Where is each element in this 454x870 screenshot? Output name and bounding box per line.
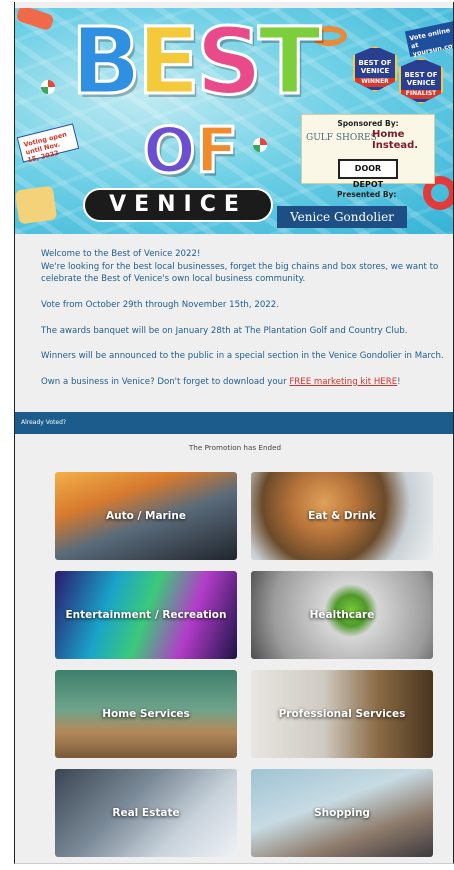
promotion-status: The Promotion has Ended bbox=[188, 443, 282, 452]
banner: BEST OF VENICE BEST OF VENICE WINNER BES… bbox=[15, 8, 453, 234]
venice-logo-text: VENICE bbox=[83, 188, 273, 222]
category-label: Healthcare bbox=[309, 609, 375, 621]
presented-by-label: Presented By: bbox=[337, 190, 397, 199]
title-letter: T bbox=[257, 8, 323, 115]
sponsor-gulf-shores: GULF SHORES bbox=[306, 133, 377, 143]
category-label: Real Estate bbox=[112, 807, 180, 819]
category-tile-entertainment[interactable]: Entertainment / Recreation bbox=[55, 571, 237, 659]
welcome-line: Welcome to the Best of Venice 2022! bbox=[41, 249, 201, 259]
category-tile-shopping[interactable]: Shopping bbox=[251, 769, 433, 857]
category-label: Shopping bbox=[314, 807, 370, 819]
category-label: Entertainment / Recreation bbox=[65, 609, 227, 621]
marketing-kit-link[interactable]: FREE marketing kit HERE bbox=[289, 377, 397, 387]
title-letter: B bbox=[69, 8, 142, 115]
of-title: OF bbox=[142, 114, 240, 187]
voting-dates: Vote from October 29th through November … bbox=[41, 299, 279, 310]
sponsored-by-label: Sponsored By: bbox=[337, 119, 399, 128]
badge-title: BEST OF VENICE bbox=[404, 71, 438, 87]
title-letter: S bbox=[194, 8, 263, 115]
best-title: BEST bbox=[69, 8, 323, 115]
category-label: Auto / Marine bbox=[106, 510, 186, 522]
pool-float-decoration bbox=[15, 8, 55, 32]
badge-ribbon: WINNER bbox=[355, 78, 395, 87]
sponsor-door-depot: DOOR DEPOT bbox=[338, 159, 398, 189]
badge-title: BEST OF VENICE bbox=[358, 59, 392, 75]
finalist-badge: BEST OF VENICE FINALIST bbox=[399, 58, 443, 104]
beach-ball-decoration bbox=[41, 80, 55, 94]
category-tile-healthcare[interactable]: Healthcare bbox=[251, 571, 433, 659]
venice-gondolier-logo: Venice Gondolier bbox=[277, 206, 407, 228]
marketing-kit-prefix: Own a business in Venice? Don't forget t… bbox=[41, 376, 290, 387]
intro-description: We're looking for the best local busines… bbox=[41, 261, 439, 285]
winners-info: Winners will be announced to the public … bbox=[41, 351, 444, 362]
sponsor-box: Sponsored By: GULF SHORES Home Instead. … bbox=[301, 114, 435, 189]
page-frame: BEST OF VENICE BEST OF VENICE WINNER BES… bbox=[14, 2, 454, 864]
winner-badge: BEST OF VENICE WINNER bbox=[353, 46, 397, 92]
already-voted-bar[interactable]: Already Voted? bbox=[15, 412, 453, 434]
banquet-info: The awards banquet will be on January 28… bbox=[41, 325, 408, 336]
category-label: Professional Services bbox=[278, 708, 406, 720]
marketing-kit-suffix: ! bbox=[397, 376, 401, 387]
beach-ball-decoration bbox=[253, 138, 267, 152]
title-letter: E bbox=[136, 8, 202, 115]
badge-ribbon: FINALIST bbox=[401, 90, 441, 99]
intro-paragraph: Welcome to the Best of Venice 2022! We'r… bbox=[41, 248, 445, 286]
category-tile-professional-services[interactable]: Professional Services bbox=[251, 670, 433, 758]
category-label: Home Services bbox=[102, 708, 190, 720]
lounger-decoration bbox=[15, 185, 58, 225]
sponsor-home-instead: Home Instead. bbox=[372, 129, 419, 151]
title-letter: F bbox=[194, 114, 239, 187]
intro-text: Welcome to the Best of Venice 2022! We'r… bbox=[41, 248, 445, 401]
voting-open-tag: Voting open until Nov. 15, 2022 bbox=[16, 123, 80, 164]
category-tile-eat-drink[interactable]: Eat & Drink bbox=[251, 472, 433, 560]
title-letter: O bbox=[142, 114, 198, 187]
category-tile-home-services[interactable]: Home Services bbox=[55, 670, 237, 758]
vote-online-tag: Vote online at yoursun.com bbox=[404, 21, 453, 58]
marketing-kit-paragraph: Own a business in Venice? Don't forget t… bbox=[41, 376, 445, 389]
category-tile-real-estate[interactable]: Real Estate bbox=[55, 769, 237, 857]
category-label: Eat & Drink bbox=[308, 510, 376, 522]
category-tile-auto-marine[interactable]: Auto / Marine bbox=[55, 472, 237, 560]
